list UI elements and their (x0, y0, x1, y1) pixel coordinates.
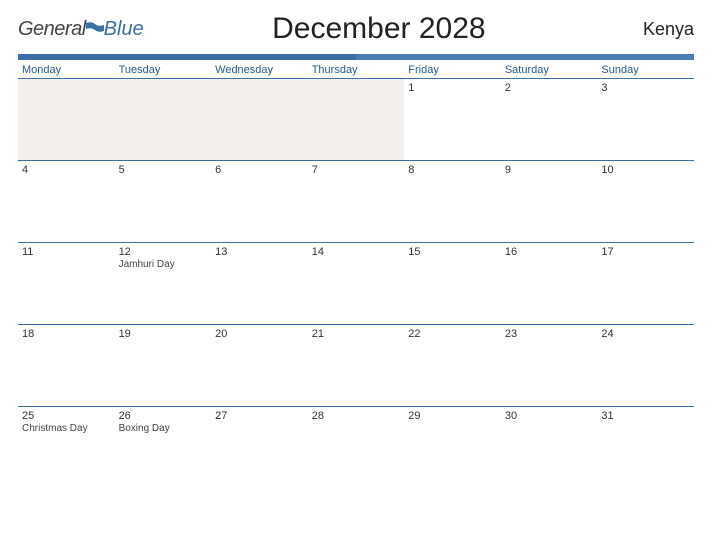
day-number: 22 (408, 328, 497, 340)
day-number: 12 (119, 246, 208, 258)
region-label: Kenya (614, 19, 694, 40)
day-number: 30 (505, 410, 594, 422)
calendar-cell: 21 (308, 324, 405, 406)
calendar-cell: 30 (501, 406, 598, 488)
weekday-thu: Thursday (308, 64, 405, 76)
day-number: 16 (505, 246, 594, 258)
day-number: 1 (408, 82, 497, 94)
logo-text-general: General (18, 18, 86, 41)
day-number: 8 (408, 164, 497, 176)
calendar-cell (18, 78, 115, 160)
day-number: 10 (601, 164, 690, 176)
calendar-cell: 10 (597, 160, 694, 242)
calendar-cell: 13 (211, 242, 308, 324)
day-number: 27 (215, 410, 304, 422)
calendar-cell: 29 (404, 406, 501, 488)
calendar-cell: 17 (597, 242, 694, 324)
calendar-cell: 27 (211, 406, 308, 488)
flag-icon (86, 21, 104, 35)
day-number: 11 (22, 246, 111, 258)
calendar-cell: 18 (18, 324, 115, 406)
calendar-cell: 2 (501, 78, 598, 160)
holiday-label: Christmas Day (22, 423, 111, 434)
logo: General Blue (18, 18, 144, 41)
day-number: 21 (312, 328, 401, 340)
day-number: 3 (601, 82, 690, 94)
logo-text-blue: Blue (104, 18, 144, 41)
weekday-mon: Monday (18, 64, 115, 76)
day-number: 5 (119, 164, 208, 176)
calendar-cell: 15 (404, 242, 501, 324)
calendar-cell: 5 (115, 160, 212, 242)
day-number: 2 (505, 82, 594, 94)
day-number: 13 (215, 246, 304, 258)
day-number: 28 (312, 410, 401, 422)
holiday-label: Boxing Day (119, 423, 208, 434)
day-number: 23 (505, 328, 594, 340)
calendar-cell: 14 (308, 242, 405, 324)
day-number: 6 (215, 164, 304, 176)
calendar-cell: 11 (18, 242, 115, 324)
weekday-sat: Saturday (501, 64, 598, 76)
calendar-cell: 20 (211, 324, 308, 406)
day-number: 19 (119, 328, 208, 340)
calendar-cell: 31 (597, 406, 694, 488)
weekday-row: Monday Tuesday Wednesday Thursday Friday… (18, 60, 694, 78)
weekday-wed: Wednesday (211, 64, 308, 76)
header: General Blue December 2028 Kenya (18, 12, 694, 46)
day-number: 31 (601, 410, 690, 422)
holiday-label: Jamhuri Day (119, 259, 208, 270)
day-number: 18 (22, 328, 111, 340)
calendar-cell: 26Boxing Day (115, 406, 212, 488)
calendar-cell (115, 78, 212, 160)
weekday-tue: Tuesday (115, 64, 212, 76)
page-title: December 2028 (144, 12, 614, 46)
calendar-cell: 1 (404, 78, 501, 160)
day-number: 14 (312, 246, 401, 258)
calendar-cell: 12Jamhuri Day (115, 242, 212, 324)
day-number: 29 (408, 410, 497, 422)
calendar-cell: 22 (404, 324, 501, 406)
day-number: 9 (505, 164, 594, 176)
calendar-cell: 6 (211, 160, 308, 242)
calendar-cell: 24 (597, 324, 694, 406)
day-number: 20 (215, 328, 304, 340)
weekday-fri: Friday (404, 64, 501, 76)
calendar-cell: 4 (18, 160, 115, 242)
calendar-cell: 8 (404, 160, 501, 242)
day-number: 7 (312, 164, 401, 176)
day-number: 26 (119, 410, 208, 422)
calendar-cell: 3 (597, 78, 694, 160)
day-number: 24 (601, 328, 690, 340)
day-number: 4 (22, 164, 111, 176)
calendar-cell: 9 (501, 160, 598, 242)
calendar-cell: 7 (308, 160, 405, 242)
day-number: 25 (22, 410, 111, 422)
calendar-cell: 25Christmas Day (18, 406, 115, 488)
day-number: 15 (408, 246, 497, 258)
day-number: 17 (601, 246, 690, 258)
calendar-cell: 28 (308, 406, 405, 488)
calendar-cell (308, 78, 405, 160)
weekday-sun: Sunday (597, 64, 694, 76)
calendar-grid: 123456789101112Jamhuri Day13141516171819… (18, 78, 694, 488)
calendar-cell: 19 (115, 324, 212, 406)
calendar-cell: 23 (501, 324, 598, 406)
calendar-cell (211, 78, 308, 160)
calendar-cell: 16 (501, 242, 598, 324)
